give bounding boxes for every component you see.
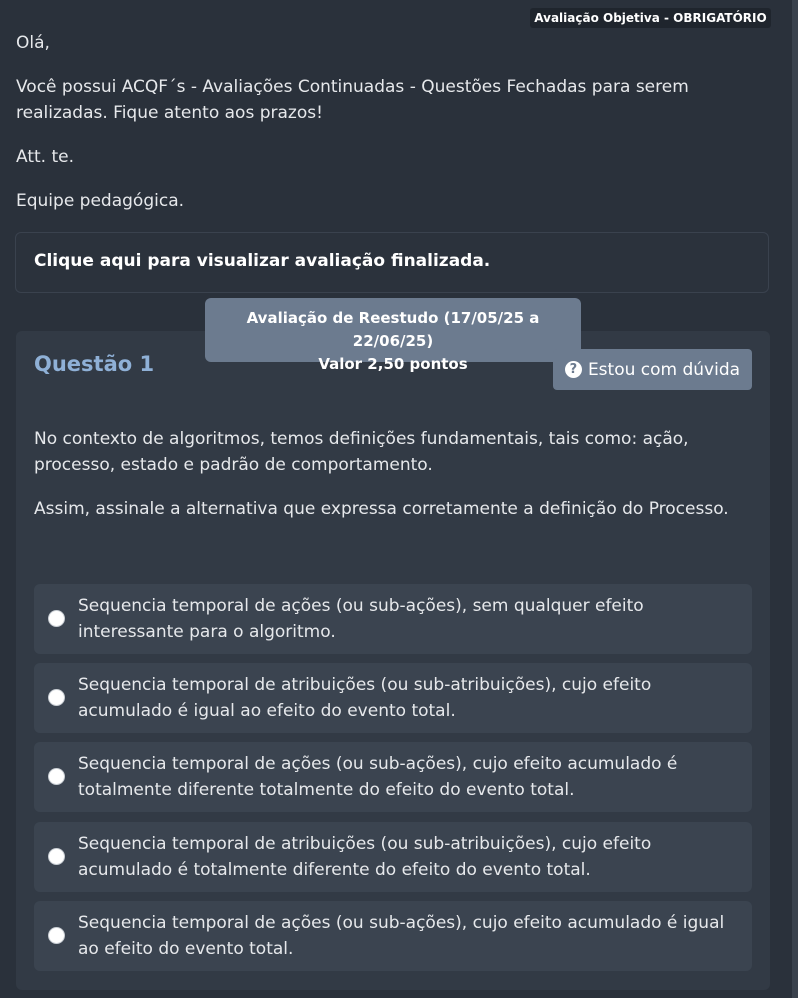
view-finalized-assessment-link[interactable]: Clique aqui para visualizar avaliação fi… [34,251,490,271]
regards-text: Att. te. [16,147,74,167]
answer-option-label: Sequencia temporal de ações (ou sub-açõe… [78,596,644,642]
answer-option[interactable]: Sequencia temporal de ações (ou sub-açõe… [34,901,752,971]
question-statement: No contexto de algoritmos, temos definiç… [34,429,689,475]
doubt-button-label: Estou com dúvida [587,359,741,380]
answer-option[interactable]: Sequencia temporal de atribuições (ou su… [34,822,752,892]
question-circle-icon: ? [564,361,582,378]
answer-option[interactable]: Sequencia temporal de ações (ou sub-açõe… [34,742,752,812]
radio-button[interactable] [48,927,65,944]
question-prompt: Assim, assinale a alternativa que expres… [34,499,729,519]
answer-option[interactable]: Sequencia temporal de ações (ou sub-açõe… [34,584,752,654]
reestudo-info-badge: Avaliação de Reestudo (17/05/25 a 22/06/… [205,298,581,373]
radio-button[interactable] [48,689,65,706]
answer-option-label: Sequencia temporal de ações (ou sub-açõe… [78,754,678,800]
doubt-button[interactable]: ? Estou com dúvida [553,349,752,390]
answer-option-label: Sequencia temporal de ações (ou sub-açõe… [78,913,725,959]
radio-button[interactable] [48,610,65,627]
reestudo-value: Valor 2,50 pontos [318,355,468,373]
reestudo-title: Avaliação de Reestudo (17/05/25 a 22/06/… [246,309,540,350]
answer-option-label: Sequencia temporal de atribuições (ou su… [78,675,652,721]
answer-option-label: Sequencia temporal de atribuições (ou su… [78,834,652,880]
message-body: Você possui ACQF´s - Avaliações Continua… [16,77,689,123]
radio-button[interactable] [48,848,65,865]
answer-option[interactable]: Sequencia temporal de atribuições (ou su… [34,663,752,733]
radio-button[interactable] [48,768,65,785]
question-title: Questão 1 [34,352,155,376]
finalized-assessment-box: Clique aqui para visualizar avaliação fi… [15,232,769,293]
page-scrollbar[interactable] [792,0,798,998]
team-signature: Equipe pedagógica. [16,191,185,211]
greeting-text: Olá, [16,33,50,53]
assessment-type-badge: Avaliação Objetiva - OBRIGATÓRIO [530,8,771,28]
